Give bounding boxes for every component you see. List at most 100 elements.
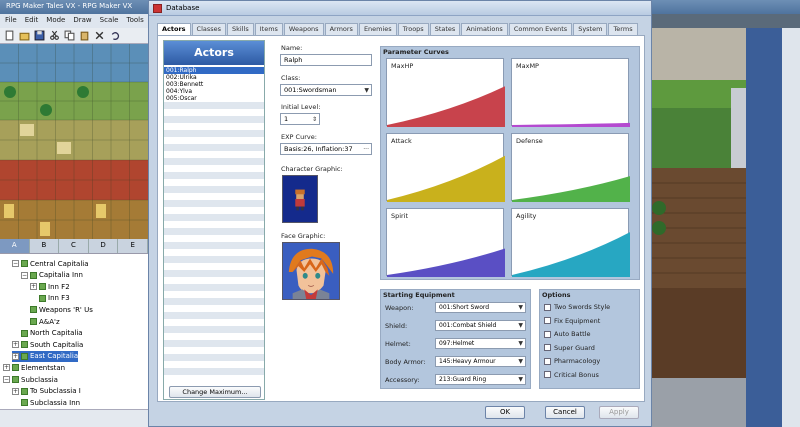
curve-agility[interactable]: Agility [511,208,630,277]
map-tree-item[interactable]: + To Subclassia I [12,386,81,397]
save-icon[interactable] [34,30,45,41]
actor-list-item[interactable]: 001:Ralph [164,67,264,74]
exp-curve-field[interactable]: Basis:26, Inflation:37 ··· [280,143,372,155]
ellipsis-icon[interactable]: ··· [363,145,369,154]
menu-item-mode[interactable]: Mode [46,16,65,26]
map-tree-item[interactable]: − Central Capitalia [12,258,89,269]
actor-list-item[interactable]: 004:Ylva [164,88,264,95]
expand-toggle-icon[interactable]: + [12,352,19,360]
cut-icon[interactable] [49,30,60,41]
tab-common-events[interactable]: Common Events [508,23,573,35]
tab-enemies[interactable]: Enemies [358,23,397,35]
paste-icon[interactable] [79,30,90,41]
character-graphic[interactable] [282,175,318,223]
map-tree-item[interactable]: Weapons 'R' Us [21,304,93,315]
expand-toggle-icon[interactable]: − [3,376,10,383]
tileset-tab-e[interactable]: E [118,239,148,253]
map-tree-label: To Subclassia I [30,387,81,396]
option-checkbox-row[interactable]: Two Swords Style [544,303,610,311]
expand-toggle-icon[interactable]: + [12,341,19,349]
equipment-dropdown[interactable]: 001:Combat Shield ▼ [435,320,526,331]
tab-armors[interactable]: Armors [324,23,358,35]
map-tree-item[interactable]: + Elementstan [3,362,65,373]
delete-icon[interactable] [94,30,105,41]
checkbox[interactable] [544,371,551,378]
curve-spirit[interactable]: Spirit [386,208,505,277]
actors-list[interactable]: 001:Ralph 002:Ulrika 003:Bennett 004:Ylva 00… [164,67,264,382]
option-checkbox-row[interactable]: Critical Bonus [544,371,599,379]
checkbox[interactable] [544,330,551,338]
checkbox[interactable] [544,317,551,324]
tab-states[interactable]: States [429,23,461,35]
tab-skills[interactable]: Skills [227,23,254,35]
expand-toggle-icon[interactable]: + [3,364,10,372]
menu-item-file[interactable]: File [5,16,17,26]
actor-list-item[interactable]: 003:Bennett [164,81,264,88]
curve-attack[interactable]: Attack [386,133,505,202]
tab-weapons[interactable]: Weapons [283,23,324,35]
map-tree-item[interactable]: + South Capitalia [12,339,83,350]
checkbox[interactable] [544,344,551,351]
tileset-tab-a[interactable]: A [0,239,30,253]
equipment-dropdown[interactable]: 097:Helmet ▼ [435,338,526,349]
undo-icon[interactable] [109,30,120,41]
tab-system[interactable]: System [573,23,608,35]
spin-arrows-icon[interactable]: ⇕ [312,115,317,124]
apply-button[interactable]: Apply [599,406,639,419]
map-tree-label: Weapons 'R' Us [39,305,93,314]
tab-troops[interactable]: Troops [397,23,429,35]
checkbox[interactable] [544,303,551,311]
expand-toggle-icon[interactable]: − [12,260,19,267]
ok-button[interactable]: OK [485,406,525,419]
tileset-tab-d[interactable]: D [89,239,119,253]
menu-item-edit[interactable]: Edit [25,16,39,26]
cancel-button[interactable]: Cancel [545,406,585,419]
map-view[interactable] [651,28,800,427]
map-tree-item[interactable]: + East Capitalia [12,350,79,362]
map-tree-item[interactable]: Subclassia Inn [12,397,80,408]
tab-classes[interactable]: Classes [191,23,227,35]
menu-item-tools[interactable]: Tools [127,16,144,26]
map-tree-item[interactable]: Inn F3 [30,293,70,304]
option-checkbox-row[interactable]: Auto Battle [544,330,591,338]
map-tree-item[interactable]: − Subclassia [3,374,58,385]
equipment-dropdown[interactable]: 145:Heavy Armour ▼ [435,356,526,367]
option-checkbox-row[interactable]: Fix Equipment [544,317,600,325]
map-tree-item[interactable]: A&A'z [21,316,60,327]
class-dropdown[interactable]: 001:Swordsman ▼ [280,84,372,96]
curve-defense[interactable]: Defense [511,133,630,202]
actor-list-item[interactable]: 002:Ulrika [164,74,264,81]
option-checkbox-row[interactable]: Super Guard [544,344,595,352]
curve-maxmp[interactable]: MaxMP [511,58,630,127]
map-tree-item[interactable]: + Inn F2 [30,281,70,292]
map-tree-item[interactable]: − Capitalia Inn [21,270,83,281]
tab-items[interactable]: Items [254,23,283,35]
expand-toggle-icon[interactable]: + [30,283,37,291]
tab-animations[interactable]: Animations [461,23,508,35]
tileset-tab-b[interactable]: B [30,239,60,253]
name-field[interactable]: Ralph [280,54,372,66]
equipment-dropdown[interactable]: 001:Short Sword ▼ [435,302,526,313]
checkbox[interactable] [544,357,551,365]
actor-list-item[interactable]: 005:Oscar [164,95,264,102]
copy-icon[interactable] [64,30,75,41]
change-maximum-button[interactable]: Change Maximum... [169,386,261,398]
menu-item-draw[interactable]: Draw [73,16,91,26]
face-graphic[interactable] [282,242,340,300]
curve-maxhp[interactable]: MaxHP [386,58,505,127]
expand-toggle-icon[interactable]: − [21,271,28,279]
initial-level-stepper[interactable]: 1 ⇕ [280,113,320,125]
tab-terms[interactable]: Terms [608,23,638,35]
tileset-tab-c[interactable]: C [59,239,89,253]
open-folder-icon[interactable] [19,30,30,41]
menu-item-scale[interactable]: Scale [100,16,119,26]
equipment-dropdown[interactable]: 213:Guard Ring ▼ [435,374,526,385]
tileset-palette[interactable] [0,44,148,239]
option-checkbox-row[interactable]: Pharmacology [544,357,600,365]
new-project-icon[interactable] [4,30,15,41]
map-tree-item[interactable]: North Capitalia [12,328,83,339]
chevron-down-icon: ▼ [518,322,523,329]
map-scrollbar[interactable] [782,28,800,427]
starting-equipment-panel: Starting Equipment Weapon: 001:Short Swor… [380,289,531,389]
expand-toggle-icon[interactable]: + [12,387,19,395]
